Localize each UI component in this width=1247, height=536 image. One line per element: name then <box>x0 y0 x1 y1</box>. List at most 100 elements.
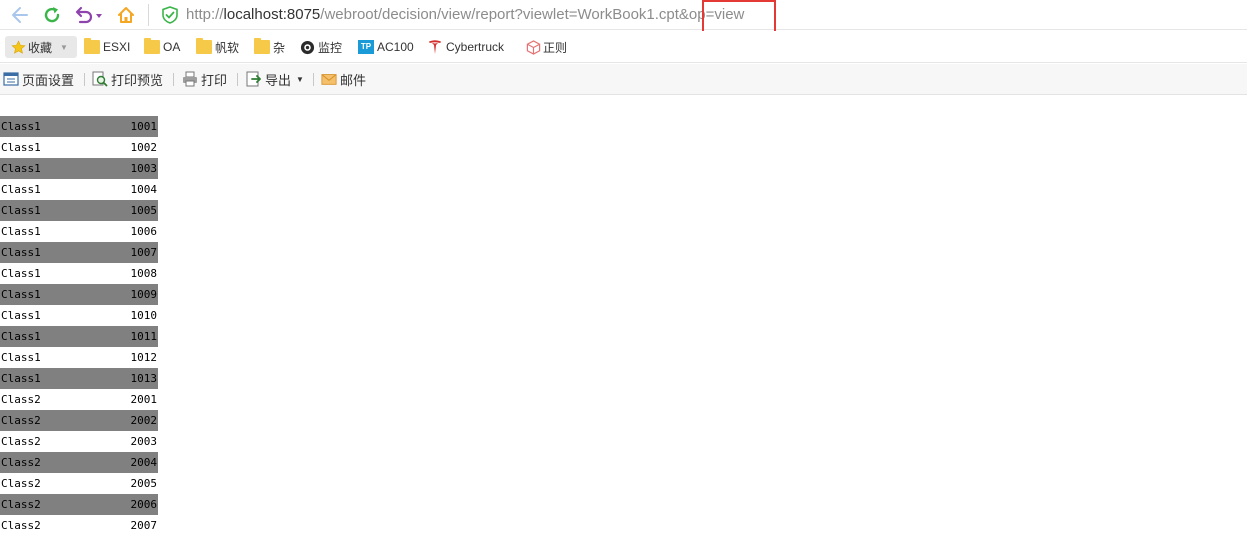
class-cell: Class1 <box>0 242 110 263</box>
chevron-down-icon: ▼ <box>60 42 68 52</box>
table-row: Class1 1009 <box>0 284 158 305</box>
bookmark-oa[interactable]: OA <box>144 36 180 58</box>
bookmark-fanruan[interactable]: 帆软 <box>196 36 239 58</box>
bookmark-ac100[interactable]: TP AC100 <box>358 36 414 58</box>
id-cell: 1008 <box>130 267 158 280</box>
bookmark-label: 监控 <box>318 40 343 55</box>
bookmark-esxi[interactable]: ESXI <box>84 36 130 58</box>
table-row: Class1 1011 <box>0 326 158 347</box>
id-cell: 1005 <box>110 200 158 221</box>
bookmark-misc[interactable]: 杂 <box>254 36 285 58</box>
bookmark-label: 杂 <box>273 40 286 55</box>
id-cell: 2003 <box>130 435 158 448</box>
print-button[interactable]: 打印 <box>182 69 227 89</box>
table-row: Class1 1008 <box>0 263 158 284</box>
folder-icon <box>196 38 212 54</box>
table-row: Class2 2006 <box>0 494 158 515</box>
url-host: localhost:8075 <box>223 6 321 23</box>
class-cell: Class1 <box>1 267 41 280</box>
print-preview-button[interactable]: 打印预览 <box>92 69 163 89</box>
class-cell: Class1 <box>0 284 110 305</box>
class-cell: Class1 <box>1 351 41 364</box>
class-cell: Class2 <box>1 519 41 532</box>
undo-icon <box>75 6 102 24</box>
id-cell: 2001 <box>130 393 158 406</box>
table-row: Class1 1010 <box>0 305 158 326</box>
id-cell: 1009 <box>110 284 158 305</box>
undo-button[interactable] <box>72 3 104 27</box>
tp-link-icon: TP <box>358 40 374 54</box>
bookmark-regex[interactable]: 正则 <box>526 36 567 58</box>
bookmark-monitor[interactable]: 监控 <box>300 36 342 58</box>
refresh-button[interactable] <box>40 3 64 27</box>
url-path: /webroot/decision/view/report?viewlet=Wo… <box>320 6 745 23</box>
table-row: Class2 2005 <box>0 473 158 494</box>
refresh-icon <box>44 7 60 23</box>
printer-icon <box>183 71 197 87</box>
bookmarks-bar: 收藏 ▼ ESXI OA 帆软 杂 监控 TP AC100 Cybertruck <box>0 31 1247 63</box>
class-cell: Class2 <box>1 393 41 406</box>
table-row: Class2 2004 <box>0 452 158 473</box>
class-cell: Class1 <box>0 368 110 389</box>
toolbar-divider <box>173 73 174 86</box>
address-divider <box>148 4 149 26</box>
export-icon <box>246 71 261 87</box>
id-cell: 1002 <box>130 141 158 154</box>
class-cell: Class2 <box>1 477 41 490</box>
page-setup-label: 页面设置 <box>22 72 75 88</box>
bookmark-label: ESXI <box>103 40 131 54</box>
id-cell: 2007 <box>130 519 158 532</box>
table-row: Class1 1007 <box>0 242 158 263</box>
id-cell: 1013 <box>110 368 158 389</box>
page-setup-button[interactable]: 页面设置 <box>3 69 74 89</box>
chevron-down-icon: ▼ <box>296 74 304 84</box>
id-cell: 1010 <box>130 309 158 322</box>
export-button[interactable]: 导出 ▼ <box>246 69 304 89</box>
id-cell: 2006 <box>110 494 158 515</box>
table-row: Class1 1004 <box>0 179 158 200</box>
address-bar: http://localhost:8075/webroot/decision/v… <box>0 0 1247 30</box>
class-cell: Class2 <box>1 435 41 448</box>
report-body: Class1 1001 Class1 1002 Class1 1003 Class1 1004… <box>0 116 158 536</box>
id-cell: 1003 <box>110 158 158 179</box>
toolbar-divider <box>237 73 238 86</box>
class-cell: Class1 <box>0 116 110 137</box>
table-row: Class1 1012 <box>0 347 158 368</box>
id-cell: 1006 <box>130 225 158 238</box>
magnifier-icon <box>92 71 108 87</box>
class-cell: Class1 <box>1 309 41 322</box>
table-row: Class2 2007 <box>0 515 158 536</box>
id-cell: 1011 <box>110 326 158 347</box>
class-cell: Class2 <box>0 452 110 473</box>
print-label: 打印 <box>201 72 228 88</box>
class-cell: Class1 <box>0 200 110 221</box>
tesla-icon <box>429 40 441 54</box>
bookmark-label: AC100 <box>377 40 414 54</box>
id-cell: 1001 <box>110 116 158 137</box>
camera-icon <box>300 40 315 54</box>
id-cell: 1004 <box>130 183 158 196</box>
bookmark-label: Cybertruck <box>446 40 505 54</box>
report-toolbar: 页面设置 打印预览 打印 导出 ▼ 邮件 <box>0 64 1247 95</box>
envelope-icon <box>321 74 337 85</box>
class-cell: Class2 <box>0 494 110 515</box>
page-setup-icon <box>3 72 19 86</box>
class-cell: Class1 <box>1 225 41 238</box>
home-button[interactable] <box>114 3 138 27</box>
back-button[interactable] <box>8 3 32 27</box>
secure-indicator[interactable] <box>158 3 182 27</box>
table-row: Class2 2003 <box>0 431 158 452</box>
mail-button[interactable]: 邮件 <box>321 69 366 89</box>
url-field[interactable]: http://localhost:8075/webroot/decision/v… <box>186 5 744 25</box>
table-row: Class1 1005 <box>0 200 158 221</box>
toolbar-divider <box>84 73 85 86</box>
table-row: Class1 1013 <box>0 368 158 389</box>
favorites-button[interactable]: 收藏 ▼ <box>5 36 77 58</box>
id-cell: 2002 <box>110 410 158 431</box>
favorites-label: 收藏 <box>28 40 53 55</box>
bookmark-cybertruck[interactable]: Cybertruck <box>428 36 504 58</box>
bookmark-label: 帆软 <box>215 40 240 55</box>
arrow-left-icon <box>12 7 28 23</box>
folder-icon <box>254 38 270 54</box>
table-row: Class2 2001 <box>0 389 158 410</box>
